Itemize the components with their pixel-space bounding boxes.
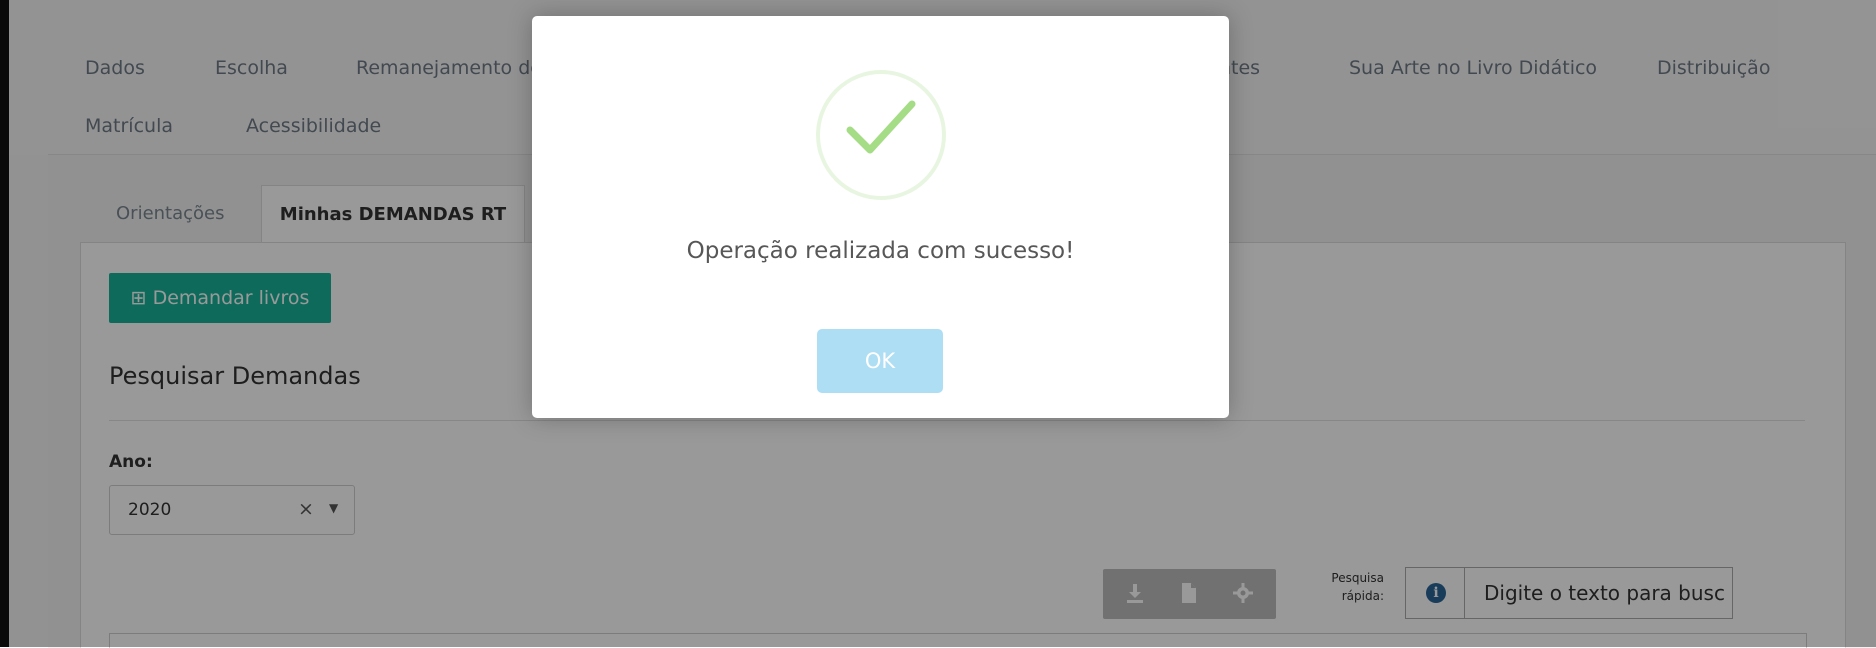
dialog-message: Operação realizada com sucesso! [686, 238, 1075, 264]
success-ring [816, 70, 946, 200]
success-dialog: Operação realizada com sucesso! OK [532, 16, 1229, 418]
check-icon [846, 100, 916, 154]
ok-button[interactable]: OK [817, 329, 943, 393]
